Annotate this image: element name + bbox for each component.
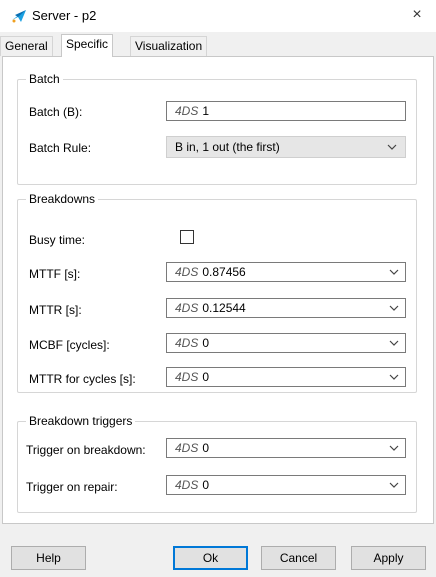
mttr-value: 0.12544 <box>202 301 246 315</box>
batch-size-field[interactable]: 4DS 1 <box>166 101 406 121</box>
mcbf-value: 0 <box>202 336 210 350</box>
batch-group: Batch Batch (B): 4DS 1 Batch Rule: B in, … <box>17 72 417 185</box>
batch-4ds-prefix: 4DS <box>175 104 199 118</box>
trigger-repair-4ds-prefix: 4DS <box>175 478 199 492</box>
chevron-down-icon[interactable] <box>389 477 399 493</box>
trigger-repair-label: Trigger on repair: <box>26 480 118 494</box>
breakdown-triggers-group: Breakdown triggers Trigger on breakdown:… <box>17 414 417 513</box>
batch-size-value: 1 <box>202 104 210 118</box>
mttf-label: MTTF [s]: <box>29 267 81 281</box>
chevron-down-icon[interactable] <box>389 369 399 385</box>
mttf-value: 0.87456 <box>202 265 246 279</box>
trigger-breakdown-4ds-prefix: 4DS <box>175 441 199 455</box>
chevron-down-icon[interactable] <box>389 440 399 456</box>
tab-specific[interactable]: Specific <box>61 34 114 57</box>
breakdown-triggers-title: Breakdown triggers <box>26 414 136 428</box>
window-title: Server - p2 <box>32 8 97 23</box>
trigger-breakdown-label: Trigger on breakdown: <box>26 443 146 457</box>
breakdowns-group: Breakdowns Busy time: MTTF [s]: 4DS 0.874… <box>17 192 417 393</box>
chevron-down-icon[interactable] <box>389 264 399 280</box>
mcbf-label: MCBF [cycles]: <box>29 338 110 352</box>
tab-general[interactable]: General <box>0 36 53 56</box>
apply-button[interactable]: Apply <box>351 546 426 570</box>
mttr-cycles-value: 0 <box>202 370 210 384</box>
mcbf-field[interactable]: 4DS 0 <box>166 333 406 353</box>
busy-time-checkbox[interactable] <box>180 230 194 244</box>
mttr-cycles-4ds-prefix: 4DS <box>175 370 199 384</box>
tab-visualization[interactable]: Visualization <box>130 36 208 56</box>
server-app-icon <box>12 10 26 23</box>
trigger-repair-field[interactable]: 4DS 0 <box>166 475 406 495</box>
busy-time-label: Busy time: <box>29 233 86 247</box>
chevron-down-icon[interactable] <box>389 335 399 351</box>
trigger-repair-value: 0 <box>202 478 210 492</box>
chevron-down-icon[interactable] <box>389 300 399 316</box>
mttr-cycles-label: MTTR for cycles [s]: <box>29 372 136 386</box>
tab-panel-specific: Batch Batch (B): 4DS 1 Batch Rule: B in, … <box>2 56 434 524</box>
batch-label: Batch (B): <box>29 105 83 119</box>
mcbf-4ds-prefix: 4DS <box>175 336 199 350</box>
chevron-down-icon <box>387 144 397 150</box>
batch-rule-value: B in, 1 out (the first) <box>175 140 280 154</box>
cancel-button[interactable]: Cancel <box>261 546 336 570</box>
close-button[interactable]: × <box>406 4 428 26</box>
breakdowns-group-title: Breakdowns <box>26 192 99 206</box>
batch-group-title: Batch <box>26 72 63 86</box>
mttr-label: MTTR [s]: <box>29 303 82 317</box>
ok-button[interactable]: Ok <box>173 546 248 570</box>
batch-rule-select[interactable]: B in, 1 out (the first) <box>166 136 406 158</box>
help-button[interactable]: Help <box>11 546 86 570</box>
batch-rule-label: Batch Rule: <box>29 141 92 155</box>
mttf-4ds-prefix: 4DS <box>175 265 199 279</box>
trigger-breakdown-field[interactable]: 4DS 0 <box>166 438 406 458</box>
title-bar: Server - p2 × <box>0 0 436 32</box>
trigger-breakdown-value: 0 <box>202 441 210 455</box>
tab-strip: General Specific Visualization <box>0 34 436 57</box>
mttr-cycles-field[interactable]: 4DS 0 <box>166 367 406 387</box>
mttr-field[interactable]: 4DS 0.12544 <box>166 298 406 318</box>
mttf-field[interactable]: 4DS 0.87456 <box>166 262 406 282</box>
mttr-4ds-prefix: 4DS <box>175 301 199 315</box>
